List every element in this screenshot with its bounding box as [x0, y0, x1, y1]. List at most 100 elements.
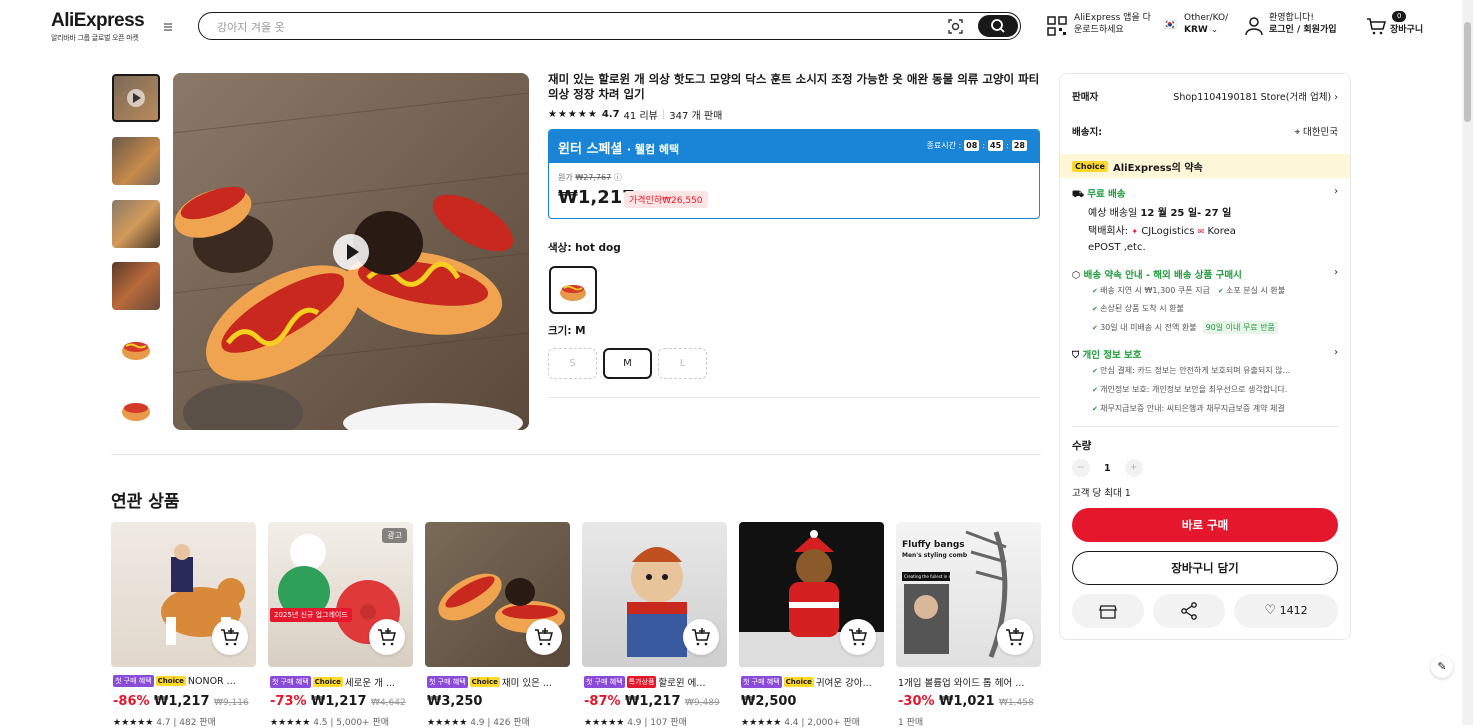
timer-label: 종료시간 : [926, 141, 962, 150]
ship-to-label: 배송지: [1072, 127, 1103, 138]
promo-title: 윈터 스페셜 [558, 142, 623, 157]
feedback-edit-icon[interactable]: ✎ [1431, 656, 1453, 678]
thumbnail-video[interactable] [112, 74, 160, 122]
add-to-cart-icon-button[interactable] [683, 619, 719, 655]
original-price: ₩4,642 [371, 698, 406, 708]
product-image [111, 522, 256, 667]
share-icon [1181, 602, 1197, 620]
wishlist-button[interactable]: ♡ 1412 [1234, 594, 1338, 628]
privacy-item: 개인정보 보호: 개인정보 보안을 최우선으로 생각합니다. [1092, 385, 1287, 394]
scrollbar-thumb[interactable] [1464, 22, 1471, 122]
currency: KRW [1184, 25, 1208, 35]
choice-badge: Choice [155, 676, 186, 686]
aliexpress-logo[interactable]: AliExpress 알리바바 그룹 글로벌 오픈 마켓 [51, 10, 145, 43]
locale-selector[interactable]: 🇰🇷 Other/KO/ KRW ⌄ [1163, 12, 1228, 36]
product-card[interactable]: 첫 구매 혜택 특가상품 할로윈 에... -87% ₩1,217 ₩9,489 ★… [582, 522, 727, 728]
thumbnail-image[interactable] [112, 388, 160, 430]
thumbnail-image[interactable] [112, 262, 160, 310]
promise-item: 손상된 상품 도착 시 환불 [1092, 304, 1184, 313]
product-card[interactable]: 첫 구매 혜택 Choice NONOR ... -86% ₩1,217 ₩9,11… [111, 522, 256, 728]
product-name: 귀여운 강아... [815, 678, 872, 689]
buy-now-button[interactable]: 바로 구매 [1072, 508, 1338, 542]
rating-sold: 4.9 | 107 판매 [627, 718, 687, 728]
upgrade-ribbon: 2025년 신규 업그레이드 [270, 608, 352, 622]
korea-flag-icon: 🇰🇷 [1163, 18, 1177, 31]
privacy-row[interactable]: ⛉ 개인 정보 보호 › [1072, 347, 1338, 361]
star-rating-icon: ★★★★★ [113, 718, 154, 728]
increase-button[interactable]: + [1124, 459, 1143, 477]
product-card[interactable]: 광고 2025년 신규 업그레이드 첫 구매 혜택 Choice 세로운 개 ...… [268, 522, 413, 728]
product-image [739, 522, 884, 667]
add-to-cart-icon-button[interactable] [212, 619, 248, 655]
size-option-l[interactable]: L [658, 348, 707, 379]
share-button[interactable] [1153, 594, 1225, 628]
original-price: ₩9,116 [214, 698, 249, 708]
search-bar[interactable]: 강아지 겨울 옷 [198, 12, 1021, 40]
thumbnail-image[interactable] [112, 200, 160, 248]
add-to-cart-icon-button[interactable] [840, 619, 876, 655]
reviews-link[interactable]: 41 리뷰 [624, 107, 658, 122]
store-button[interactable] [1072, 594, 1144, 628]
first-purchase-badge: 첫 구매 혜택 [584, 676, 625, 688]
free-shipping-row[interactable]: ⛟ 무료 배송 › [1072, 186, 1338, 201]
thumbnail-image[interactable] [112, 325, 160, 373]
qr-code-icon [1047, 16, 1067, 36]
camera-search-icon[interactable] [947, 18, 964, 35]
cart-plus-icon [692, 628, 710, 646]
sold-count: 347 개 판매 [669, 111, 723, 122]
color-option-hotdog[interactable] [549, 266, 597, 314]
special-deal-badge: 특가상품 [626, 676, 657, 688]
add-to-cart-icon-button[interactable] [369, 619, 405, 655]
ship-to-row[interactable]: 배송지: ⌖ 대한민국 [1072, 124, 1338, 138]
login-link[interactable]: 로그인 / 회원가입 [1269, 25, 1337, 35]
first-purchase-badge: 첫 구매 혜택 [741, 676, 782, 688]
scrollbar[interactable] [1462, 0, 1473, 725]
info-icon[interactable]: ⓘ [614, 173, 622, 182]
thumbnail-image[interactable] [112, 137, 160, 185]
quantity-value[interactable]: 1 [1104, 463, 1111, 474]
product-name: 1개입 볼륨업 와이드 톱 헤어 ... [898, 678, 1025, 689]
ad-label: 광고 [382, 528, 407, 543]
main-product-video[interactable] [173, 73, 529, 430]
add-to-cart-button[interactable]: 장바구니 담기 [1072, 551, 1338, 585]
choice-promise: AliExpress의 약속 [1112, 163, 1203, 174]
size-option-s[interactable]: S [548, 348, 597, 379]
chevron-right-icon: › [1334, 347, 1338, 358]
courier-korea: Korea [1207, 226, 1236, 237]
product-image: 광고 2025년 신규 업그레이드 [268, 522, 413, 667]
app-download[interactable]: AliExpress 앱을 다 운로드하세요 [1047, 12, 1151, 36]
product-image: Fluffy bangs Men's styling comb Creating… [896, 522, 1041, 667]
add-to-cart-icon-button[interactable] [997, 619, 1033, 655]
add-to-cart-icon-button[interactable] [526, 619, 562, 655]
heart-icon: ♡ [1264, 603, 1277, 618]
original-price: ₩1,458 [999, 698, 1034, 708]
rating-sold: 4.5 | 5,000+ 판매 [313, 718, 390, 728]
app-line2: 운로드하세요 [1074, 25, 1124, 35]
locale-line1: Other/KO/ [1184, 13, 1229, 23]
menu-icon[interactable] [161, 20, 175, 34]
chevron-down-icon: ⌄ [1210, 25, 1219, 35]
product-card[interactable]: 첫 구매 혜택 Choice 귀여운 강아... ₩2,500 ★★★★★ 4.4 … [739, 522, 884, 728]
first-purchase-badge: 첫 구매 혜택 [270, 676, 311, 688]
play-icon[interactable] [331, 232, 371, 272]
delivery-promise-row[interactable]: ⬡ 배송 약속 안내 - 해외 배송 상품 구매시 › [1072, 267, 1338, 281]
product-card[interactable]: 첫 구매 혜택 Choice 재미 있은 ... ₩3,250 ★★★★★ 4.9 … [425, 522, 570, 728]
account-menu[interactable]: 환영합니다! 로그인 / 회원가입 [1244, 12, 1337, 36]
first-purchase-badge: 첫 구매 혜택 [427, 676, 468, 688]
product-card[interactable]: Fluffy bangs Men's styling comb Creating… [896, 522, 1041, 728]
related-products-title: 연관 상품 [111, 492, 180, 512]
promise-item: 배송 지연 시 ₩1,300 쿠폰 지급 [1092, 285, 1210, 296]
size-option-m[interactable]: M [603, 348, 652, 379]
search-input[interactable]: 강아지 겨울 옷 [217, 19, 285, 35]
cart-plus-icon [535, 628, 553, 646]
product-name: 세로운 개 ... [344, 678, 395, 689]
divider [111, 454, 1041, 455]
cart-label: 장바구니 [1390, 25, 1424, 35]
seller-row[interactable]: 판매자 Shop1104190181 Store(거래 업체) › [1072, 89, 1338, 103]
search-icon [991, 18, 1005, 33]
seller-name[interactable]: Shop1104190181 Store(거래 업체) [1173, 92, 1331, 103]
max-per-customer: 고객 당 최대 1 [1072, 488, 1131, 499]
decrease-button[interactable]: − [1072, 459, 1090, 477]
search-button[interactable] [978, 14, 1018, 37]
hotdog-costume-image [122, 403, 150, 421]
